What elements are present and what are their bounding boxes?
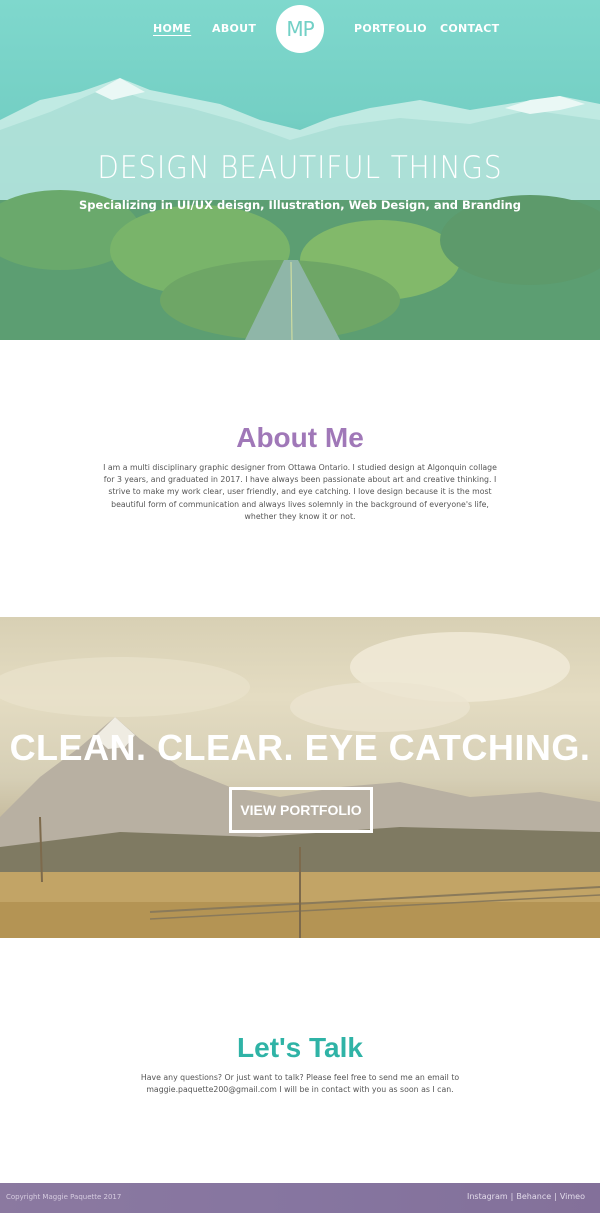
about-body: I am a multi disciplinary graphic design…: [103, 463, 497, 521]
nav-portfolio-link[interactable]: PORTFOLIO: [354, 22, 427, 35]
vimeo-link[interactable]: Vimeo: [560, 1192, 585, 1201]
logo[interactable]: MP: [276, 5, 324, 53]
instagram-link[interactable]: Instagram: [467, 1192, 508, 1201]
hero-section: HOME ABOUT MP PORTFOLIO CONTACT DESIGN B…: [0, 0, 600, 340]
hero-subtitle: Specializing in UI/UX deisgn, Illustrati…: [79, 198, 521, 212]
social-separator: |: [510, 1192, 514, 1201]
behance-link[interactable]: Behance: [516, 1192, 551, 1201]
social-links: Instagram | Behance | Vimeo: [467, 1192, 585, 1201]
copyright-text: Copyright Maggie Paquette 2017: [6, 1193, 122, 1201]
about-section: About Me I am a multi disciplinary graph…: [0, 340, 600, 617]
banner-title: CLEAN. CLEAR. EYE CATCHING.: [9, 727, 591, 768]
nav-home-link[interactable]: HOME: [153, 22, 191, 35]
nav-contact-link[interactable]: CONTACT: [440, 22, 499, 35]
contact-section: Let's Talk Have any questions? Or just w…: [0, 938, 600, 1183]
contact-body: Have any questions? Or just want to talk…: [140, 1073, 460, 1095]
contact-heading: Let's Talk: [237, 1032, 363, 1063]
footer: Copyright Maggie Paquette 2017 Instagram…: [0, 1183, 600, 1213]
view-portfolio-button[interactable]: VIEW PORTFOLIO: [229, 787, 373, 833]
nav-about-link[interactable]: ABOUT: [212, 22, 256, 35]
logo-text: MP: [286, 17, 314, 41]
social-separator: |: [554, 1192, 557, 1201]
banner-background-image: [0, 632, 600, 938]
main-nav: HOME ABOUT MP PORTFOLIO CONTACT: [0, 0, 600, 60]
about-heading: About Me: [236, 422, 364, 453]
hero-title: DESIGN BEAUTIFUL THINGS: [97, 150, 503, 186]
portfolio-banner: CLEAN. CLEAR. EYE CATCHING. VIEW PORTFOL…: [0, 617, 600, 938]
